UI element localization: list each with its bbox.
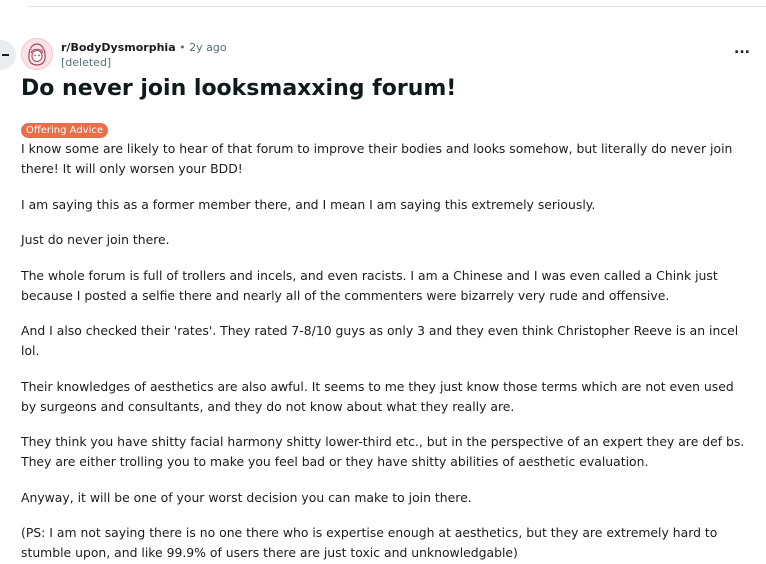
post-age: 2y ago xyxy=(189,41,227,54)
overflow-menu-button[interactable]: ... xyxy=(732,41,752,60)
top-divider xyxy=(28,6,766,7)
body-paragraph: And I also checked their 'rates'. They r… xyxy=(21,323,739,358)
body-paragraph: I know some are likely to hear of that f… xyxy=(21,141,733,176)
body-paragraph: (PS: I am not saying there is no one the… xyxy=(21,525,718,560)
body-paragraph: They think you have shitty facial harmon… xyxy=(21,434,745,469)
body-paragraph: Anyway, it will be one of your worst dec… xyxy=(21,489,472,505)
body-paragraph: Their knowledges of aesthetics are also … xyxy=(21,378,734,414)
back-arrow-icon xyxy=(2,54,9,56)
post-page: r/BodyDysmorphia • 2y ago [deleted] ... … xyxy=(0,0,766,564)
body-paragraph: I am saying this as a former member ther… xyxy=(21,196,596,212)
post-author: [deleted] xyxy=(61,56,112,69)
body-paragraph: Just do never join there. xyxy=(21,232,170,247)
post-title: Do never join looksmaxxing forum! xyxy=(21,76,457,101)
post-meta: r/BodyDysmorphia • 2y ago [deleted] xyxy=(61,40,227,70)
subreddit-avatar-icon[interactable] xyxy=(21,38,53,70)
back-button[interactable] xyxy=(0,40,16,70)
post-flair-badge[interactable]: Offering Advice xyxy=(21,123,109,138)
subreddit-link[interactable]: r/BodyDysmorphia xyxy=(61,41,176,54)
meta-separator: • xyxy=(179,41,186,54)
post-body: I know some are likely to hear of that f… xyxy=(21,139,747,564)
body-paragraph: The whole forum is full of trollers and … xyxy=(21,267,718,303)
overflow-menu-icon: ... xyxy=(734,41,750,57)
